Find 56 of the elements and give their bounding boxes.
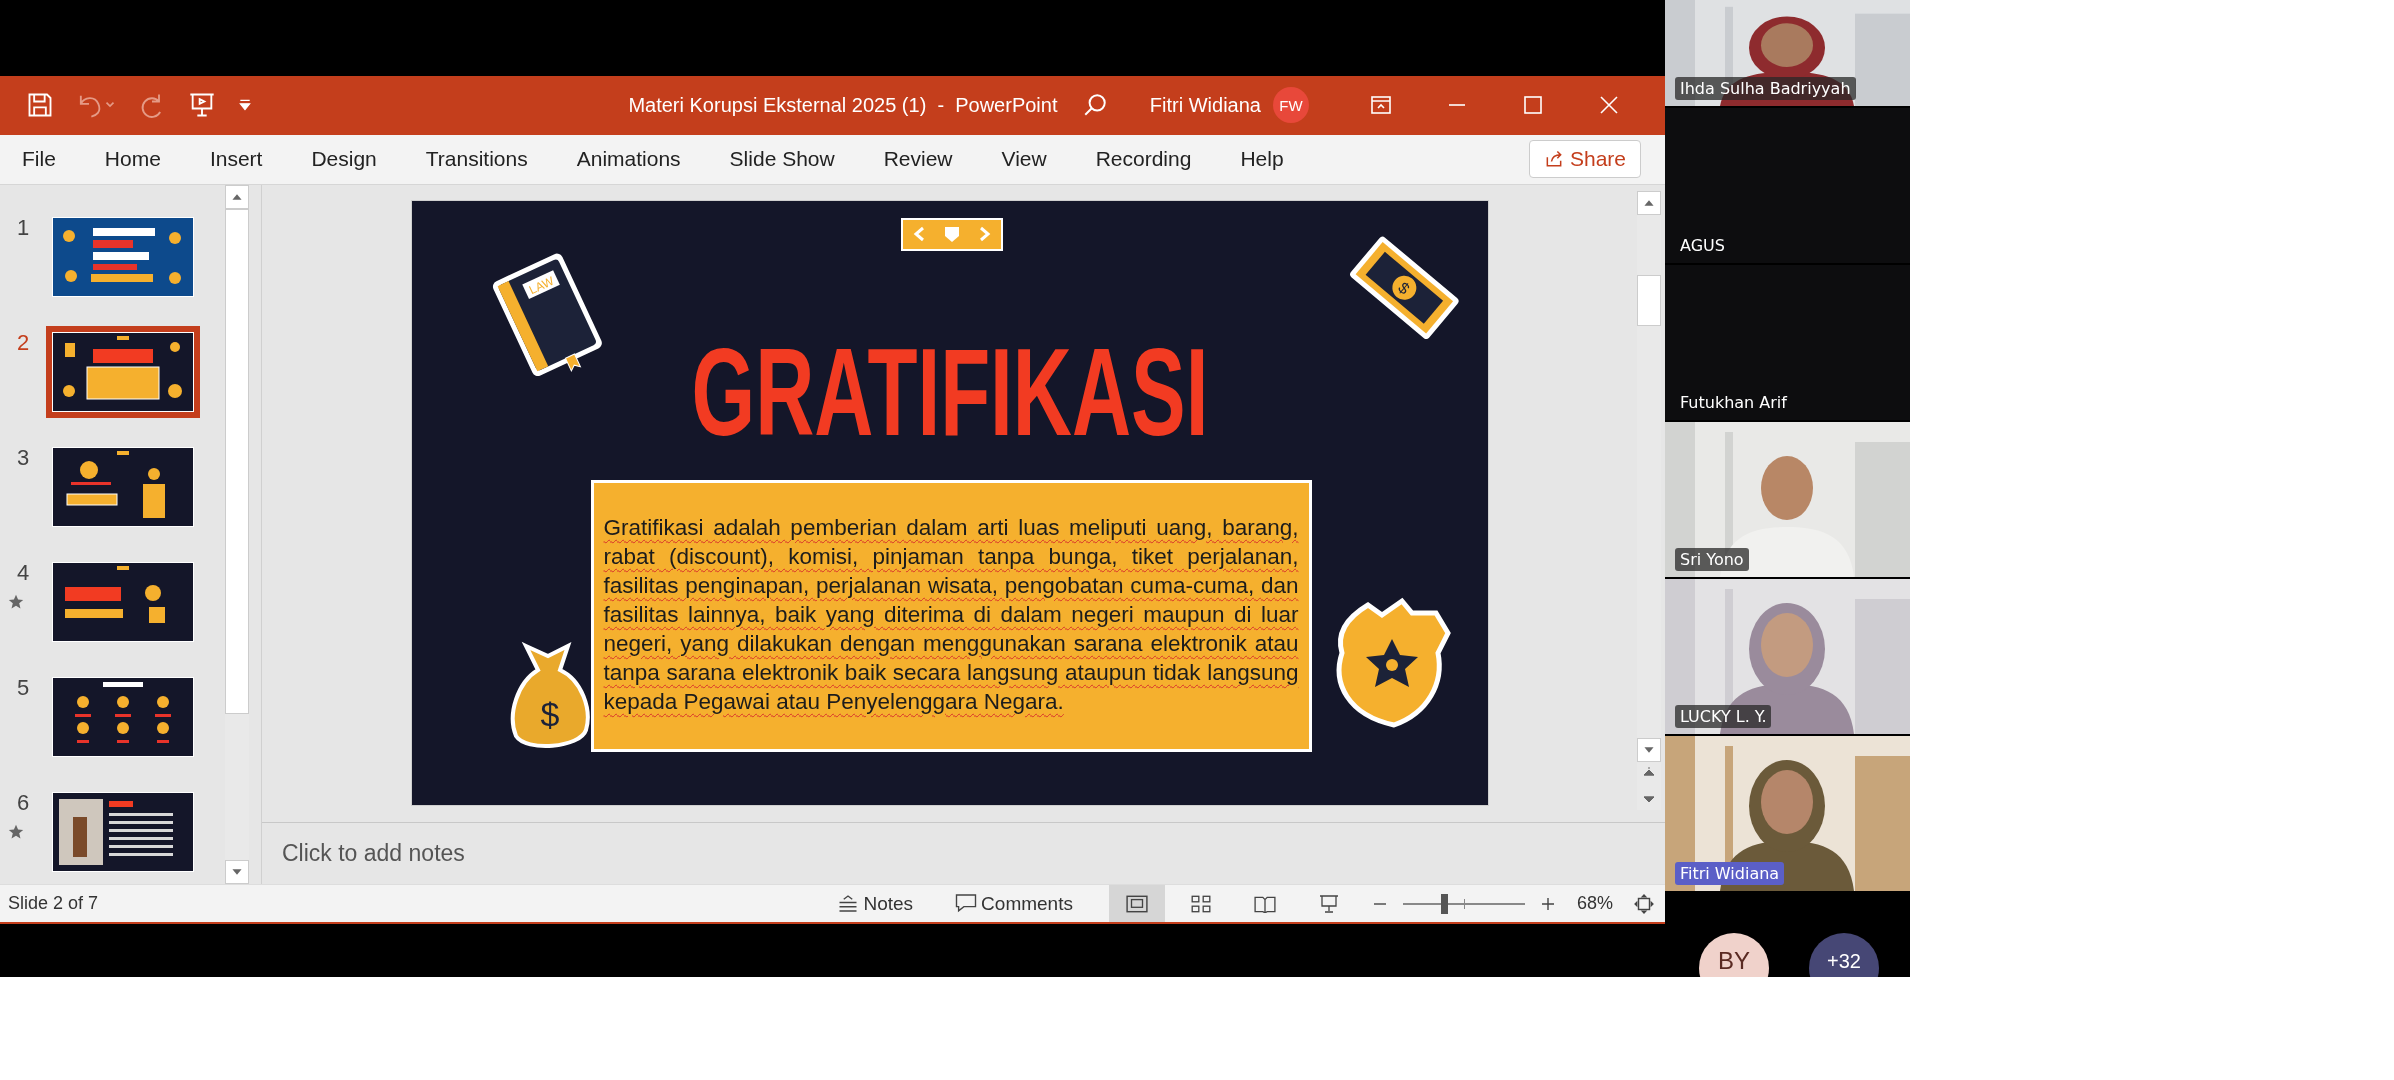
zoom-level[interactable]: 68% (1576, 893, 1613, 914)
window-title: Materi Korupsi Eksternal 2025 (1) - PowerPoint (627, 93, 1059, 117)
scroll-up-icon[interactable] (1637, 190, 1661, 215)
ribbon-tab[interactable]: Recording (1095, 147, 1192, 172)
slide-number: 6 (16, 789, 30, 816)
navigation-badge-icon (900, 217, 1003, 251)
ribbon-tab[interactable]: Review (883, 147, 953, 172)
participant-avatar[interactable]: BY (1699, 933, 1769, 977)
slide-thumbnail[interactable] (46, 325, 200, 418)
book-icon (1253, 894, 1276, 913)
ribbon-tab[interactable]: Design (311, 147, 377, 172)
share-button[interactable]: Share (1528, 140, 1641, 179)
scroll-thumb[interactable] (1637, 274, 1661, 327)
slide-title: GRATIFIKASI (690, 326, 1209, 458)
caret-icon[interactable] (238, 98, 252, 113)
slider-thumb[interactable] (1441, 893, 1449, 914)
user-avatar[interactable]: FW (1273, 87, 1309, 124)
participant-avatar[interactable]: +32 (1809, 933, 1879, 977)
participant-name: Ihda Sulha Badriyyah (1675, 77, 1856, 100)
participant-name: Futukhan Arif (1679, 392, 1789, 414)
participant-name: Fitri Widiana (1675, 862, 1785, 885)
fit-to-window-icon[interactable] (1633, 892, 1655, 915)
notes-icon (837, 895, 860, 912)
view-button[interactable] (1108, 885, 1165, 922)
comment-icon (955, 894, 978, 913)
grid-icon (1189, 894, 1212, 913)
user-name: Fitri Widiana (1149, 93, 1261, 117)
presentation-icon (1317, 894, 1340, 913)
scrollbar[interactable] (225, 184, 249, 885)
ribbon-tab[interactable]: Insert (209, 147, 263, 172)
ribbon-tab[interactable]: View (1001, 147, 1047, 172)
normal-view-icon (1125, 894, 1148, 913)
definition-paragraph: Gratifikasi adalah pemberian dalam arti luas meliputi uang, barang, rabat (discount), komisi, pinjaman tanpa bunga, tiket perjalanan, fasilitas penginapan, perjalanan wisata, pengobatan cuma-cuma, dan fasilitas lainnya, baik yang diterima di dalam negeri maupun di luar negeri, yang dilakukan dengan menggunakan sarana elektronik atau tanpa sarana elektronik baik secara langsung ataupun tidak langsung kepada Pegawai atau Penyelenggara Negara. (603, 513, 1299, 716)
comments-button[interactable]: Comments (949, 891, 1079, 916)
ribbon-tab[interactable]: Animations (576, 147, 681, 172)
scroll-up-icon[interactable] (225, 184, 249, 209)
participant-name: Sri Yono (1675, 548, 1749, 571)
scroll-thumb[interactable] (225, 208, 249, 715)
ribbon-tab[interactable]: File (22, 147, 56, 172)
participant-name: AGUS (1679, 235, 1726, 257)
slide-number: 2 (16, 329, 30, 356)
slide-counter: Slide 2 of 7 (8, 893, 99, 914)
ribbon-tab[interactable]: Home (104, 147, 161, 172)
slide-number: 5 (16, 674, 30, 701)
slide-number: 1 (16, 214, 30, 241)
notes-button[interactable]: Notes (831, 891, 920, 916)
slide-number: 3 (16, 444, 30, 471)
zoom-in-icon[interactable] (1540, 896, 1555, 911)
ribbon-tab[interactable]: Transitions (425, 147, 528, 172)
ribbon-tab[interactable]: Slide Show (729, 147, 835, 172)
ribbon-tab[interactable]: Help (1240, 147, 1284, 172)
slide-number: 4 (16, 559, 30, 586)
participant-name: LUCKY L. Y. (1675, 705, 1772, 728)
notes-field[interactable]: Click to add notes (280, 838, 884, 868)
scroll-down-icon[interactable] (225, 860, 249, 885)
scroll-down-icon[interactable] (1637, 737, 1661, 762)
